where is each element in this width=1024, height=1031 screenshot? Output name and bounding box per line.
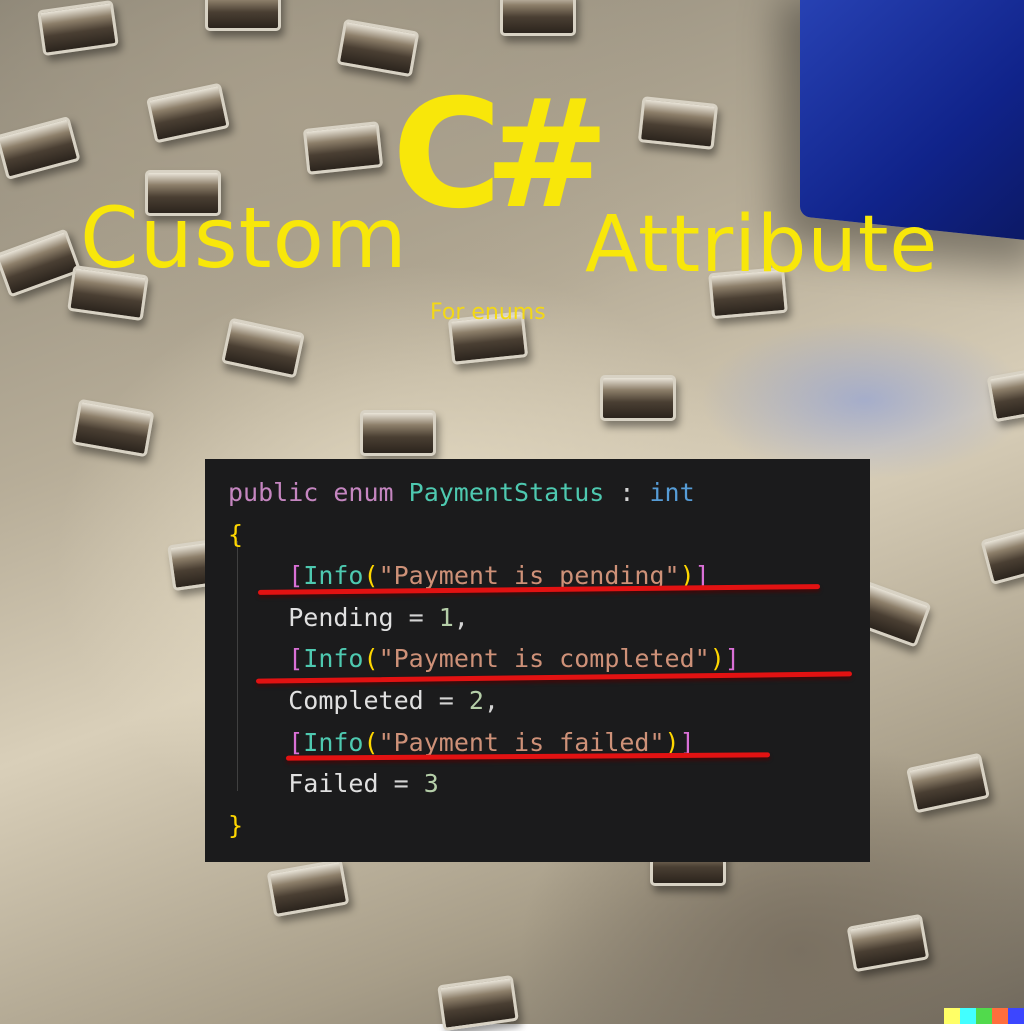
paren: ( [363, 644, 379, 674]
title-attribute: Attribute [585, 200, 939, 290]
code-line-open-brace: { [228, 514, 870, 556]
keyword-public: public [228, 478, 319, 507]
code-line-member-3: Failed = 3 [228, 763, 870, 805]
color-mark-yellow [944, 1008, 960, 1024]
open-brace: { [228, 519, 244, 549]
chip [302, 121, 384, 175]
keyword-enum: enum [333, 478, 394, 507]
code-snippet: public enum PaymentStatus : int { [Info(… [205, 459, 870, 862]
bracket: [ [288, 727, 304, 757]
color-mark-green [976, 1008, 992, 1024]
chip [360, 410, 436, 456]
member-value: 2 [468, 685, 484, 715]
base-type: int [649, 478, 695, 507]
code-line-member-1: Pending = 1, [228, 597, 870, 639]
equals: = [393, 602, 439, 632]
comma: , [453, 602, 469, 632]
enum-name: PaymentStatus [408, 478, 605, 507]
chip [205, 0, 281, 31]
attribute-string: "Payment is completed" [378, 644, 710, 674]
color-mark-blue [1008, 1008, 1024, 1024]
equals: = [423, 685, 469, 715]
chip [500, 0, 576, 36]
bracket: [ [288, 644, 304, 674]
color-mark-red [992, 1008, 1008, 1024]
member-name: Pending [288, 602, 394, 632]
member-value: 1 [438, 602, 454, 632]
paren: ( [363, 727, 379, 757]
colon: : [604, 478, 650, 507]
equals: = [378, 769, 424, 799]
bracket: ] [724, 644, 740, 674]
close-brace: } [228, 810, 244, 840]
chip [637, 96, 719, 150]
bracket: [ [288, 561, 304, 591]
code-line-enum-declaration: public enum PaymentStatus : int [228, 472, 870, 514]
comma: , [483, 685, 499, 715]
code-line-member-2: Completed = 2, [228, 680, 870, 722]
member-value: 3 [423, 769, 439, 799]
attribute-name: Info [303, 561, 364, 591]
attribute-name: Info [303, 644, 364, 674]
paren: ) [709, 644, 725, 674]
member-name: Completed [288, 685, 424, 715]
attribute-string: "Payment is failed" [378, 727, 665, 757]
paren: ( [363, 561, 379, 591]
code-line-close-brace: } [228, 805, 870, 847]
csharp-title: C# [392, 68, 610, 242]
chip [600, 375, 676, 421]
title-custom: Custom [80, 189, 408, 287]
subtitle: For enums [430, 300, 546, 325]
blue-reflection [700, 320, 1024, 480]
attribute-name: Info [303, 727, 364, 757]
member-name: Failed [288, 769, 379, 799]
color-mark-cyan [960, 1008, 976, 1024]
